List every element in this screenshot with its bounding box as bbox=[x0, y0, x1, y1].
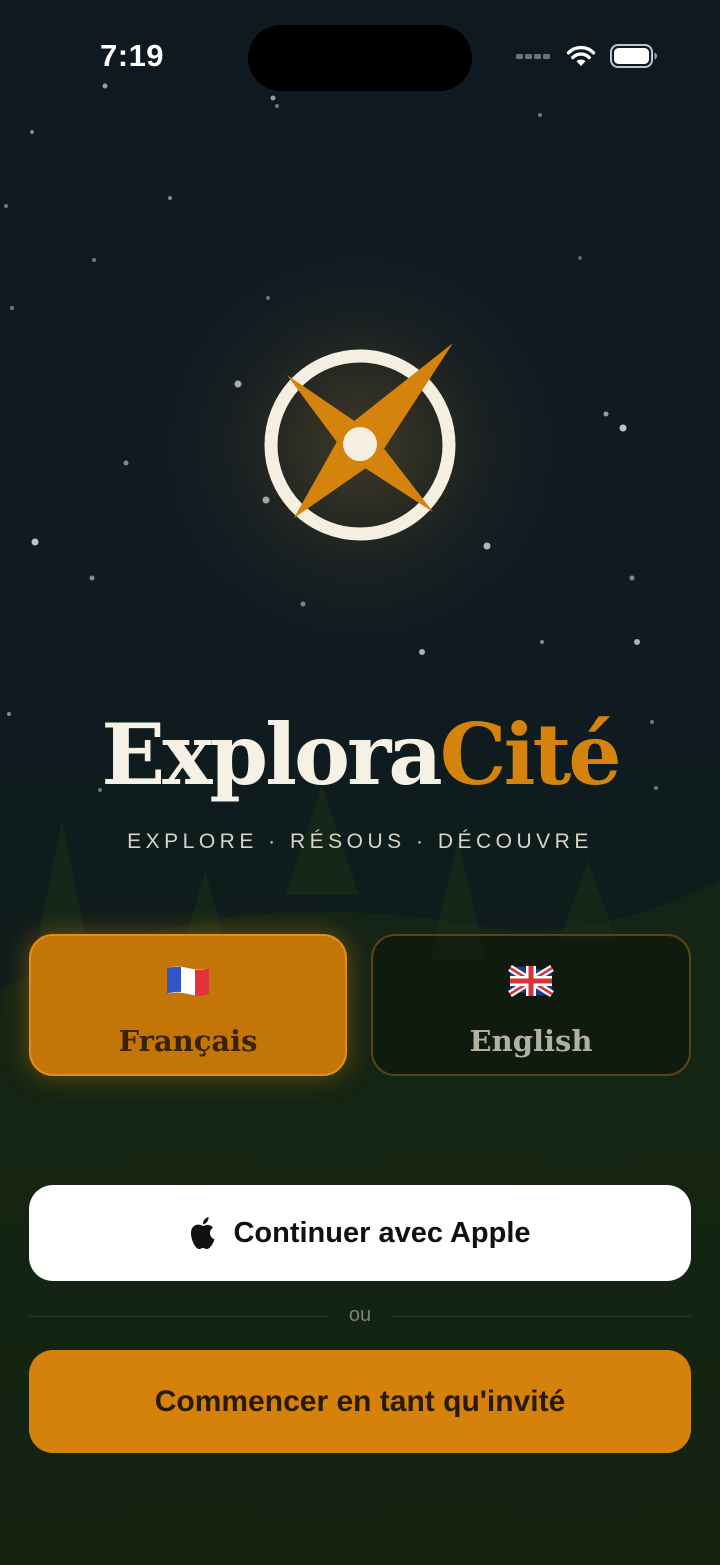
language-label: Français bbox=[118, 1024, 258, 1058]
continue-as-guest-button[interactable]: Commencer en tant qu'invité bbox=[29, 1350, 691, 1453]
apple-button-label: Continuer avec Apple bbox=[233, 1216, 531, 1249]
flag-france-icon bbox=[167, 966, 209, 996]
tagline: EXPLORE · RÉSOUS · DÉCOUVRE bbox=[127, 830, 593, 853]
guest-button-label: Commencer en tant qu'invité bbox=[154, 1384, 566, 1418]
language-label: English bbox=[469, 1024, 593, 1058]
separator-line bbox=[391, 1316, 691, 1317]
or-separator: ou bbox=[29, 1302, 691, 1330]
dynamic-island bbox=[248, 25, 472, 91]
apple-logo-icon bbox=[191, 1217, 215, 1249]
app-title-part2: Cité bbox=[439, 705, 622, 804]
continue-with-apple-button[interactable]: Continuer avec Apple bbox=[29, 1185, 691, 1281]
status-time: 7:19 bbox=[100, 38, 165, 73]
language-option-english[interactable]: English bbox=[371, 934, 691, 1076]
compass-logo-icon bbox=[264, 343, 456, 541]
flag-uk-icon bbox=[508, 965, 554, 997]
app-title: ExploraCité bbox=[0, 700, 720, 810]
wifi-icon bbox=[566, 45, 596, 66]
status-icons bbox=[516, 44, 658, 68]
language-option-french[interactable]: Français bbox=[29, 934, 347, 1076]
cellular-icon bbox=[516, 54, 550, 59]
battery-icon bbox=[610, 44, 657, 68]
app-title-part1: Explora bbox=[101, 705, 442, 804]
